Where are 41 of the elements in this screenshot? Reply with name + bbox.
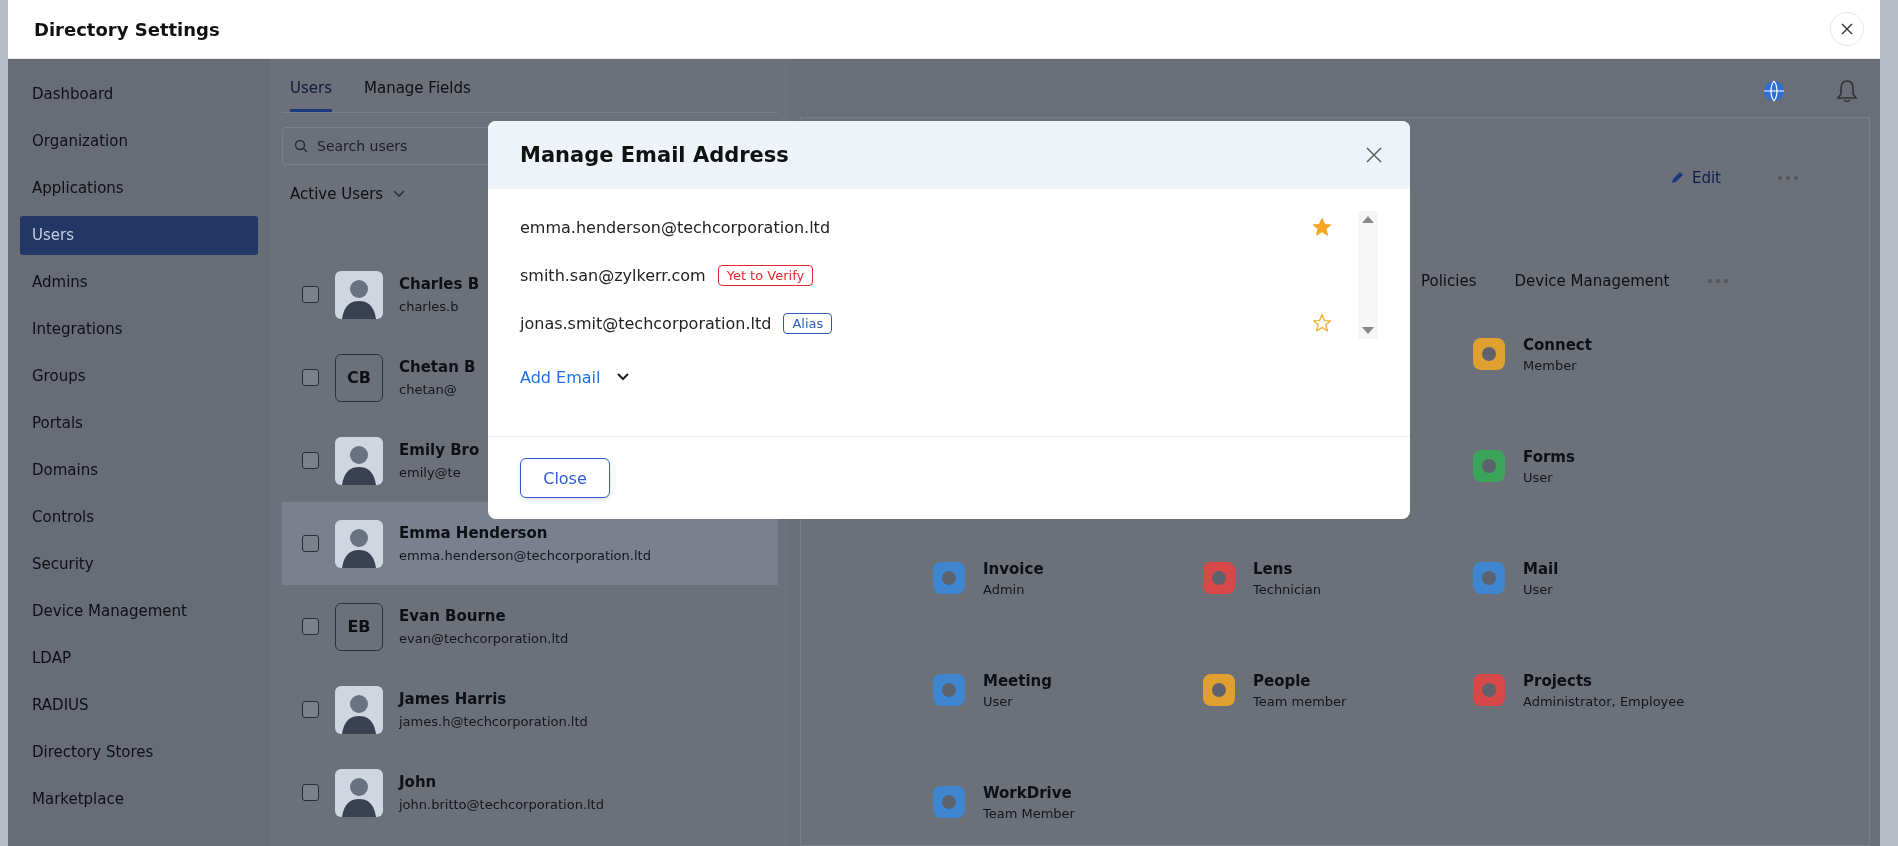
app-role: Technician <box>1253 581 1321 597</box>
user-name: John <box>399 773 438 791</box>
user-name: Charles B <box>399 275 480 293</box>
app-name: WorkDrive <box>983 783 1073 802</box>
window-title: Directory Settings <box>34 18 220 40</box>
app-name: Projects <box>1523 671 1593 690</box>
app-role: Admin <box>983 581 1026 597</box>
email-address: smith.san@zylkerr.com <box>520 265 706 285</box>
app-role: Administrator, Employee <box>1523 693 1685 709</box>
email-address: jonas.smit@techcorporation.ltd <box>520 313 772 333</box>
app-name: Connect <box>1523 335 1592 354</box>
initials-avatar: EB <box>335 602 383 651</box>
user-name: Emma Henderson <box>399 524 549 542</box>
app-name: Forms <box>1523 447 1575 466</box>
app-name: Meeting <box>983 671 1052 690</box>
status-tag: Yet to Verify <box>717 264 814 286</box>
app-role: Team member <box>1253 693 1347 709</box>
user-email: charles.b <box>399 299 460 314</box>
app-name: Mail <box>1523 559 1559 578</box>
status-tag: Alias <box>783 312 833 334</box>
user-name: James Harris <box>399 690 508 708</box>
app-role: User <box>1523 469 1554 485</box>
email-address: emma.henderson@techcorporation.ltd <box>520 217 831 237</box>
app-name: Invoice <box>983 559 1044 578</box>
user-email: james.h@techcorporation.ltd <box>399 714 588 729</box>
user-email: chetan@ <box>399 382 458 397</box>
app-role: Member <box>1523 357 1578 373</box>
app-name: Lens <box>1253 559 1294 578</box>
user-email: emma.henderson@techcorporation.ltd <box>399 548 651 563</box>
app-name: People <box>1253 671 1312 690</box>
user-name: Evan Bourne <box>399 607 507 625</box>
app-role: Team Member <box>983 805 1075 821</box>
initials-avatar: CB <box>335 353 383 402</box>
app-role: User <box>983 693 1014 709</box>
user-email: emily@te <box>399 465 462 480</box>
dialog-title: Manage Email Address <box>520 143 789 167</box>
user-name: Chetan B <box>399 358 476 376</box>
app-role: User <box>1523 581 1554 597</box>
user-email: john.britto@techcorporation.ltd <box>399 797 604 812</box>
user-name: Emily Bro <box>399 441 480 459</box>
user-email: evan@techcorporation.ltd <box>399 631 569 646</box>
